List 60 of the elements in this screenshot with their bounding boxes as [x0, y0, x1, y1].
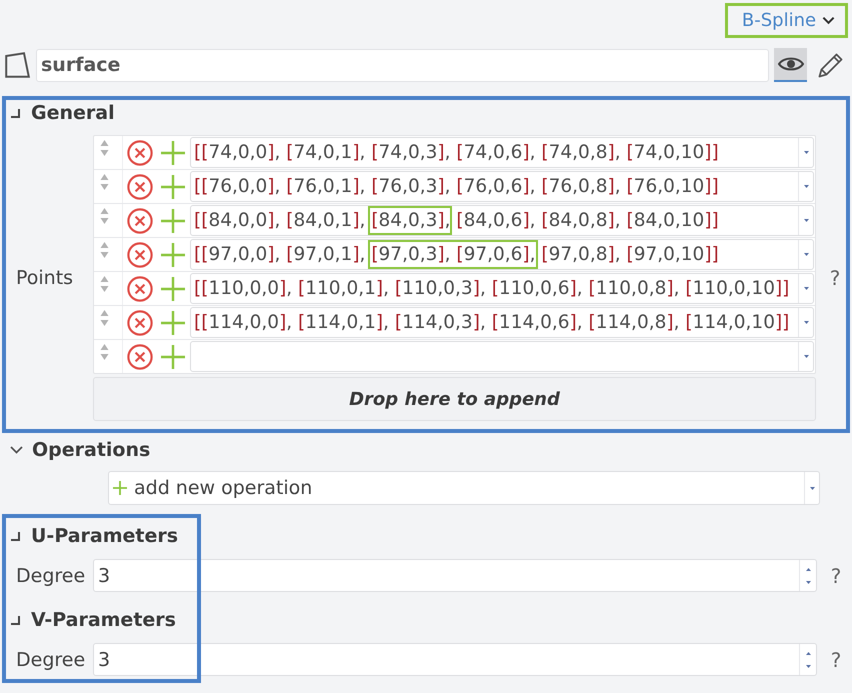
- number-field[interactable]: 3: [93, 559, 817, 592]
- section-title: General: [31, 102, 115, 124]
- remove-icon[interactable]: [127, 344, 153, 370]
- sort-handle-icon[interactable]: [100, 310, 109, 326]
- sort-handle-icon[interactable]: [100, 174, 109, 190]
- caret-icon[interactable]: [804, 219, 808, 222]
- sort-handle-icon[interactable]: [100, 242, 109, 258]
- help-question-mark[interactable]: ?: [817, 564, 847, 588]
- help-question-mark[interactable]: ?: [817, 648, 847, 672]
- point-field[interactable]: [[76,0,0], [76,0,1], [76,0,3], [76,0,6], [76,0,8], [76,0,10]]: [190, 171, 814, 202]
- section-title: U-Parameters: [31, 525, 178, 547]
- stepper-icon[interactable]: [806, 568, 810, 584]
- add-icon[interactable]: [160, 140, 186, 166]
- add-operation-dropdown[interactable]: add new operation: [108, 471, 820, 505]
- caret-icon[interactable]: [804, 151, 808, 154]
- sort-handle-icon[interactable]: [100, 276, 109, 292]
- add-icon[interactable]: [160, 344, 186, 370]
- view-toggle-button[interactable]: [774, 48, 807, 82]
- name-field[interactable]: surface: [36, 48, 769, 82]
- remove-icon[interactable]: [127, 310, 153, 336]
- pencil-icon[interactable]: [818, 52, 844, 78]
- chevron-down-icon[interactable]: [10, 446, 23, 454]
- section-title: Operations: [32, 439, 150, 461]
- add-icon[interactable]: [160, 276, 186, 302]
- sort-handle-icon[interactable]: [100, 344, 109, 360]
- point-field[interactable]: [[74,0,0], [74,0,1], [74,0,3], [74,0,6], [74,0,8], [74,0,10]]: [190, 137, 814, 168]
- caret-icon[interactable]: [804, 287, 808, 290]
- remove-icon[interactable]: [127, 276, 153, 302]
- caret-icon[interactable]: [804, 253, 808, 256]
- section-title: V-Parameters: [31, 609, 176, 631]
- chevron-down-icon: [822, 16, 836, 25]
- caret-icon[interactable]: [804, 321, 808, 324]
- remove-icon[interactable]: [127, 242, 153, 268]
- field-label: Degree: [16, 648, 86, 670]
- point-field[interactable]: [[84,0,0], [84,0,1], [84,0,3], [84,0,6], [84,0,8], [84,0,10]]: [190, 205, 814, 236]
- caret-icon: [810, 486, 814, 490]
- point-field[interactable]: [190, 341, 814, 372]
- remove-icon[interactable]: [127, 174, 153, 200]
- sort-handle-icon[interactable]: [100, 140, 109, 156]
- field-label: Points: [16, 267, 74, 289]
- add-icon[interactable]: [160, 242, 186, 268]
- caret-icon[interactable]: [804, 185, 808, 188]
- add-icon[interactable]: [160, 208, 186, 234]
- add-icon[interactable]: [160, 174, 186, 200]
- add-icon[interactable]: [160, 310, 186, 336]
- point-field[interactable]: [[97,0,0], [97,0,1], [97,0,3], [97,0,6], [97,0,8], [97,0,10]]: [190, 239, 814, 270]
- drop-zone[interactable]: Drop here to append: [93, 377, 816, 421]
- remove-icon[interactable]: [127, 208, 153, 234]
- stepper-icon[interactable]: [806, 652, 810, 668]
- remove-icon[interactable]: [127, 140, 153, 166]
- quadrilateral-icon: [5, 52, 30, 78]
- number-field[interactable]: 3: [93, 643, 817, 676]
- point-field[interactable]: [[110,0,0], [110,0,1], [110,0,3], [110,0,6], [110,0,8], [110,0,10]]: [190, 273, 814, 304]
- plus-icon: [113, 481, 127, 495]
- eye-icon: [778, 56, 804, 72]
- sort-handle-icon[interactable]: [100, 208, 109, 224]
- caret-icon[interactable]: [804, 355, 808, 358]
- point-field[interactable]: [[114,0,0], [114,0,1], [114,0,3], [114,0,6], [114,0,8], [114,0,10]]: [190, 307, 814, 338]
- field-label: Degree: [16, 564, 86, 586]
- help-question-mark[interactable]: ?: [816, 266, 846, 290]
